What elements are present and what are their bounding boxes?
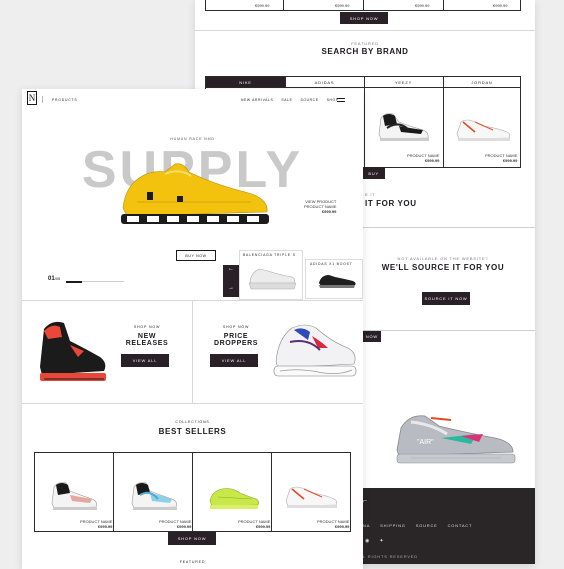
- source-kicker: NOT AVAILABLE ON THE WEBSITE?: [397, 256, 489, 261]
- nav-new-arrivals[interactable]: NEW ARRIVALS: [241, 98, 273, 102]
- next-arrow-icon[interactable]: →: [223, 285, 239, 291]
- best-shop-now-button[interactable]: SHOP NOW: [168, 532, 216, 545]
- new-view-all-button[interactable]: VIEW ALL: [121, 354, 169, 367]
- best-product-3-price: €999.99: [255, 524, 271, 529]
- menu-icon[interactable]: [337, 98, 345, 102]
- nav-source[interactable]: SOURCE: [300, 98, 318, 102]
- brand-product-1-price: €999.99: [424, 158, 440, 163]
- new-releases-title: NEW RELEASES: [125, 333, 169, 347]
- slide-current: 01: [48, 276, 55, 282]
- thumb-adidas-label: ADIDAS X1 BOOST: [310, 262, 353, 266]
- brand-tab-adidas[interactable]: ADIDAS: [285, 80, 364, 85]
- partial-kicker: E IT: [365, 192, 376, 197]
- twitter-icon[interactable]: ✦: [379, 538, 383, 544]
- nav-products[interactable]: PRODUCTS: [52, 98, 77, 102]
- best-product-2-price: €999.99: [176, 524, 192, 529]
- hero-product-info: VIEW PRODUCT PRODUCT NAME €999.99: [304, 199, 336, 214]
- top-price-1: €999.99: [255, 3, 270, 8]
- best-product-2-image[interactable]: [128, 479, 180, 513]
- main-nav: NEW ARRIVALS SALE SOURCE SHOP: [241, 98, 339, 102]
- thumb-balenciaga-label: BALENCIAGA TRIPLE S: [243, 253, 296, 257]
- featured-kicker: FEATURED: [351, 41, 379, 46]
- prev-arrow-icon[interactable]: ←: [223, 266, 239, 272]
- footer-social: ◉ ✦: [365, 538, 384, 544]
- footer-link-na[interactable]: NA: [363, 523, 370, 528]
- svg-text:"AIR": "AIR": [417, 439, 434, 446]
- drop-view-all-button[interactable]: VIEW ALL: [210, 354, 258, 367]
- jordan-shoe-image[interactable]: [375, 108, 431, 144]
- new-kicker: SHOP NOW: [133, 325, 161, 329]
- footer-copyright: L RIGHTS RESERVED: [363, 554, 418, 559]
- brand-tab-jordan[interactable]: JORDAN: [443, 80, 521, 85]
- partial-title: IT FOR YOU: [365, 199, 417, 208]
- source-title: WE'LL SOURCE IT FOR YOU: [381, 263, 505, 272]
- price-droppers-title: PRICE DROPPERS: [213, 333, 259, 347]
- brand-tab-nike[interactable]: NIKE: [206, 80, 285, 85]
- top-price-4: €999.99: [493, 3, 508, 8]
- offwhite-shoe-image[interactable]: [453, 112, 513, 144]
- top-price-3: €999.99: [415, 3, 430, 8]
- best-product-1-image[interactable]: [48, 479, 100, 513]
- partial-now-button[interactable]: NOW: [363, 331, 381, 342]
- footer-logo-fragment: ⌐: [363, 497, 367, 505]
- brand-title: SEARCH BY BRAND: [321, 47, 409, 56]
- footer-link-source[interactable]: SOURCE: [416, 523, 438, 528]
- slide-total: /05: [54, 276, 61, 281]
- partial-buy-button[interactable]: BUY: [363, 167, 385, 179]
- footer-nav: NA SHIPPING SOURCE CONTACT: [363, 523, 472, 528]
- top-price-2: €999.99: [335, 3, 350, 8]
- logo[interactable]: N: [27, 91, 37, 105]
- adidas-shoe-image: [317, 269, 357, 289]
- best-product-1-price: €999.99: [97, 524, 113, 529]
- best-kicker: COLLECTIONS: [175, 420, 210, 424]
- balenciaga-shoe-image: [246, 261, 298, 291]
- front-featured-kicker: FEATURED: [179, 560, 206, 564]
- footer-link-contact[interactable]: CONTACT: [448, 523, 473, 528]
- slide-progress-fill: [66, 280, 82, 283]
- top-shop-now-button[interactable]: SHOP NOW: [340, 12, 388, 24]
- best-product-3-image[interactable]: [206, 483, 260, 511]
- slide-progress: [66, 280, 124, 283]
- hero-shoe-image[interactable]: [117, 158, 273, 232]
- source-it-now-button[interactable]: SOURCE IT NOW: [422, 292, 470, 305]
- brand-product-2-price: €999.99: [502, 158, 518, 163]
- best-product-4-image[interactable]: [282, 479, 340, 511]
- footer-social-icon[interactable]: ◉: [365, 538, 369, 544]
- brand-tab-yeezy[interactable]: YEEZY: [364, 80, 443, 85]
- price-dropper-shoe-image[interactable]: [268, 318, 360, 382]
- buy-now-button[interactable]: BUY NOW: [176, 250, 216, 261]
- slide-counter: 01/05: [48, 276, 60, 282]
- nav-sale[interactable]: SALE: [281, 98, 292, 102]
- drop-kicker: SHOP NOW: [222, 325, 250, 329]
- footer-link-shipping[interactable]: SHIPPING: [380, 523, 406, 528]
- best-sellers-title: BEST SELLERS: [158, 427, 227, 436]
- best-product-4-price: €999.99: [334, 524, 350, 529]
- featured-airmax-image[interactable]: "AIR": [391, 398, 519, 472]
- hero-price: €999.99: [321, 209, 337, 214]
- new-release-shoe-image[interactable]: [30, 317, 110, 387]
- front-page: N PRODUCTS NEW ARRIVALS SALE SOURCE SHOP…: [22, 89, 363, 569]
